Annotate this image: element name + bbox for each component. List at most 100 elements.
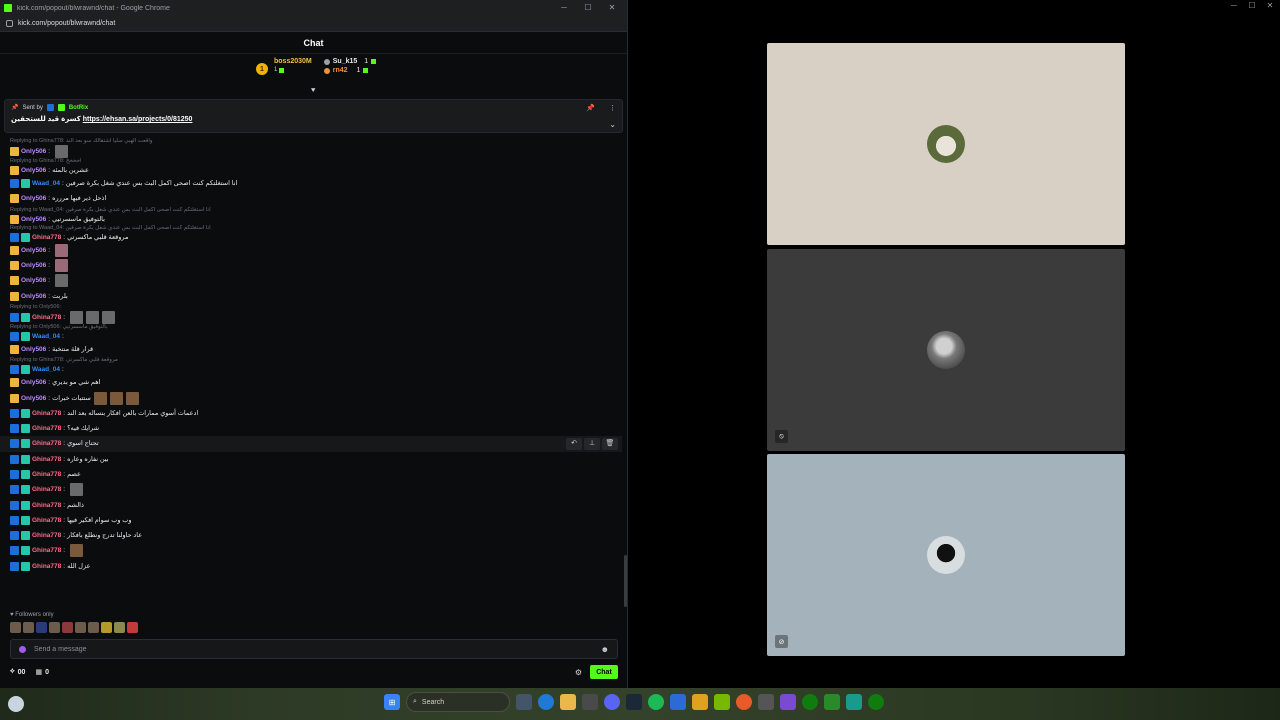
chat-message[interactable]: Waad_04: انا استغلتكم كنت اصحى اكمل البث … (0, 176, 622, 191)
leaderboard-first-name[interactable]: boss2030M (274, 58, 312, 65)
chat-message[interactable]: Only506: بلربت (0, 288, 622, 303)
chat-scrollbar[interactable] (624, 555, 627, 607)
maximize-icon[interactable]: ☐ (1248, 0, 1256, 12)
emote-thumb[interactable] (49, 622, 60, 633)
app-icon[interactable] (736, 694, 752, 710)
emote-thumb[interactable] (10, 622, 21, 633)
minimize-icon[interactable]: ─ (559, 0, 569, 16)
emote-thumb[interactable] (127, 622, 138, 633)
emote-image[interactable] (55, 145, 69, 158)
chat-message[interactable]: Only506: ستتبات خبرات (0, 390, 622, 405)
message-username[interactable]: Only506 (21, 245, 46, 256)
emote-thumb[interactable] (62, 622, 73, 633)
expand-leaderboard-icon[interactable]: ⯆ (310, 86, 316, 96)
participant-tile-3[interactable]: ⊘ (767, 454, 1125, 656)
message-username[interactable]: Only506 (21, 275, 46, 286)
emoji-picker-icon[interactable]: ☻ (601, 645, 609, 654)
chat-message[interactable]: Only506: (0, 243, 622, 258)
message-username[interactable]: Only506 (21, 260, 46, 271)
chat-message[interactable]: Replying to Ghina778: واقعت الهبي سليا ا… (0, 138, 622, 158)
reply-icon[interactable]: ↶ (566, 438, 582, 451)
task-view-icon[interactable] (516, 694, 532, 710)
delete-icon[interactable]: 🗑 (602, 438, 618, 451)
emote-image[interactable] (70, 483, 84, 497)
chat-message[interactable]: Ghina778: وب وب سوام افكير فيها (0, 513, 622, 528)
emote-thumb[interactable] (75, 622, 86, 633)
message-username[interactable]: Ghina778 (32, 454, 61, 465)
chat-message[interactable]: Ghina778: عزل الله (0, 559, 622, 574)
chat-message[interactable]: Ghina778: (0, 543, 622, 558)
message-username[interactable]: Only506 (21, 165, 46, 176)
chat-message[interactable]: Replying to Waad_04: انا استغلتكم كنت اص… (0, 225, 622, 243)
chat-message[interactable]: Ghina778: ذالشم (0, 497, 622, 512)
message-username[interactable]: Only506 (21, 393, 46, 404)
chevron-down-icon[interactable]: ⌄ (609, 120, 616, 129)
chat-message[interactable]: Only506: (0, 258, 622, 273)
message-username[interactable]: Only506 (21, 291, 46, 302)
pinned-link[interactable]: https://ehsan.sa/projects/0/81250 (83, 116, 193, 123)
message-username[interactable]: Only506 (21, 193, 46, 204)
emote-image[interactable] (70, 544, 84, 558)
nvidia-icon[interactable] (714, 694, 730, 710)
emote-image[interactable] (109, 391, 123, 405)
file-explorer-icon[interactable] (560, 694, 576, 710)
more-options-icon[interactable]: ⋮ (609, 104, 616, 112)
chat-input-box[interactable]: ☻ (10, 639, 618, 659)
xbox-icon[interactable] (868, 694, 884, 710)
recent-emotes[interactable] (10, 622, 138, 633)
reply-reference[interactable]: Replying to Waad_04: انا استغلتكم كنت اص… (10, 207, 612, 214)
app-icon[interactable] (824, 694, 840, 710)
chat-message[interactable]: Ghina778: شرايك فيه؟ (0, 421, 622, 436)
message-username[interactable]: Waad_04 (32, 364, 60, 375)
message-username[interactable]: Waad_04 (32, 178, 60, 189)
message-username[interactable]: Ghina778 (32, 530, 61, 541)
pinned-sender[interactable]: BotRix (69, 105, 88, 111)
gift-stat[interactable]: ▦ 0 (35, 668, 49, 677)
participant-tile-2[interactable]: ⦸ (767, 249, 1125, 451)
message-username[interactable]: Only506 (21, 146, 46, 157)
send-chat-button[interactable]: Chat (590, 665, 618, 679)
edge-icon[interactable] (538, 694, 554, 710)
reply-reference[interactable]: Replying to Only506: (10, 304, 612, 311)
chat-message[interactable]: Only506: اهم شي مو بديري (0, 375, 622, 390)
pin-icon[interactable]: ⊥ (584, 438, 600, 451)
message-username[interactable]: Only506 (21, 344, 46, 355)
chat-message[interactable]: Replying to Ghina778: اخخخخ Only506: عشرين… (0, 158, 622, 176)
leaderboard-third-name[interactable]: rn42 (333, 67, 348, 74)
message-username[interactable]: Ghina778 (32, 545, 61, 556)
chat-message[interactable]: Replying to Waad_04: انا استغلتكم كنت اص… (0, 207, 622, 225)
message-username[interactable]: Ghina778 (32, 561, 61, 572)
chat-message[interactable]: Ghina778: تحتاج اسوي ↶ ⊥ 🗑 (0, 436, 622, 452)
message-username[interactable]: Ghina778 (32, 515, 61, 526)
emote-image[interactable] (102, 310, 116, 324)
emote-image[interactable] (125, 391, 139, 405)
emote-image[interactable] (55, 243, 69, 257)
emote-image[interactable] (55, 259, 69, 273)
chat-message[interactable]: Only506: اذحل ذير فيها مررره (0, 191, 622, 206)
app-icon[interactable] (780, 694, 796, 710)
chat-message[interactable]: Ghina778: عاد حاولنا تدرج ونطلع بافكار (0, 528, 622, 543)
message-username[interactable]: Ghina778 (32, 469, 61, 480)
address-url[interactable]: kick.com/popout/blwrawnd/chat (18, 20, 115, 27)
discord-icon[interactable] (604, 694, 620, 710)
reply-reference[interactable]: Replying to Waad_04: انا استغلتكم كنت اص… (10, 225, 612, 232)
app-icon[interactable] (846, 694, 862, 710)
minimize-icon[interactable]: ─ (1230, 0, 1238, 12)
emote-thumb[interactable] (88, 622, 99, 633)
emote-thumb[interactable] (36, 622, 47, 633)
rockstar-icon[interactable] (692, 694, 708, 710)
emote-image[interactable] (86, 310, 100, 324)
chat-message[interactable]: Replying to Only506: Ghina778: (0, 304, 622, 324)
message-username[interactable]: Only506 (21, 377, 46, 388)
chat-message[interactable]: Ghina778: عصم (0, 467, 622, 482)
reply-reference[interactable]: Replying to Ghina778: اخخخخ (10, 158, 612, 165)
message-username[interactable]: Ghina778 (32, 423, 61, 434)
chat-message-list[interactable]: Replying to Ghina778: واقعت الهبي سليا ا… (0, 138, 622, 608)
maximize-icon[interactable]: ☐ (583, 0, 593, 16)
chat-message[interactable]: Ghina778: ادعمات أسوي ممارات بالعن افكار … (0, 406, 622, 421)
settings-gear-icon[interactable]: ⚙ (575, 668, 582, 677)
steam-icon[interactable] (626, 694, 642, 710)
chat-input[interactable] (34, 645, 601, 653)
reply-reference[interactable]: Replying to Ghina778: مروقعة قلبي ماكسرت… (10, 357, 612, 364)
leaderboard-second-name[interactable]: Su_k15 (333, 58, 358, 65)
